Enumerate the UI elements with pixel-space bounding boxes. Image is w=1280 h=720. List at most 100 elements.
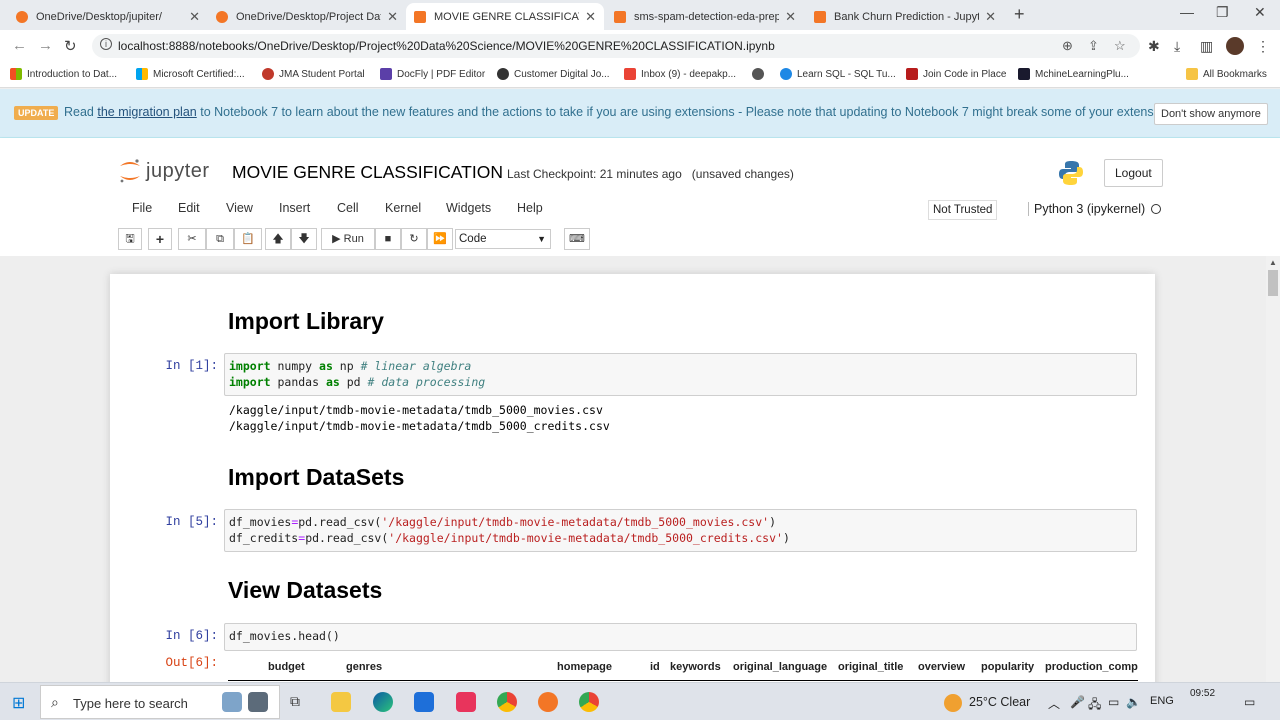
bookmark-item[interactable]: Join Code in Place <box>906 68 1006 80</box>
weather-text[interactable]: 25°C Clear <box>969 695 1030 709</box>
url-input[interactable]: i localhost:8888/notebooks/OneDrive/Desk… <box>92 34 1140 58</box>
heading-import-library[interactable]: Import Library <box>228 308 384 335</box>
cut-button[interactable]: ✂ <box>178 228 206 250</box>
chrome-icon[interactable] <box>579 692 599 712</box>
menu-file[interactable]: File <box>132 201 152 215</box>
bookmark-item[interactable]: MchineLearningPlu... <box>1018 68 1129 80</box>
menu-widgets[interactable]: Widgets <box>446 201 491 215</box>
menu-kebab-icon[interactable]: ⋮ <box>1256 38 1270 55</box>
profile-avatar[interactable] <box>1226 37 1244 55</box>
banner-text: to Notebook 7 to learn about the new fea… <box>200 105 1181 119</box>
maximize-icon[interactable]: ❐ <box>1216 4 1229 21</box>
volume-icon[interactable]: 🔈 <box>1126 695 1141 709</box>
tray-chevron-icon[interactable]: ︿ <box>1048 695 1060 712</box>
battery-icon[interactable]: ▭ <box>1108 695 1119 709</box>
network-icon[interactable]: 🖧 <box>1088 695 1101 716</box>
download-icon[interactable]: ⤓ <box>1174 38 1180 55</box>
bookmark-item[interactable]: JMA Student Portal <box>262 68 365 80</box>
menu-help[interactable]: Help <box>517 201 543 215</box>
dont-show-button[interactable]: Don't show anymore <box>1154 103 1268 125</box>
bookmark-item[interactable]: Customer Digital Jo... <box>497 68 610 80</box>
taskbar-search[interactable]: ⌕ Type here to search <box>40 685 280 719</box>
bookmark-star-icon[interactable]: ☆ <box>1114 38 1126 54</box>
scroll-thumb[interactable] <box>1268 270 1278 296</box>
share-icon[interactable]: ⇪ <box>1088 38 1099 54</box>
language-indicator[interactable]: ENG <box>1150 695 1174 707</box>
output-line: /kaggle/input/tmdb-movie-metadata/tmdb_5… <box>229 403 603 417</box>
bookmark-item[interactable] <box>752 68 769 80</box>
menu-edit[interactable]: Edit <box>178 201 200 215</box>
minimize-icon[interactable]: — <box>1180 4 1194 20</box>
system-clock[interactable]: 09:52 <box>1190 688 1215 699</box>
code-cell-input[interactable]: df_movies=pd.read_csv('/kaggle/input/tmd… <box>224 509 1137 552</box>
all-bookmarks[interactable]: All Bookmarks <box>1186 68 1267 80</box>
insert-cell-button[interactable]: + <box>148 228 172 250</box>
browser-tab[interactable]: OneDrive/Desktop/Project Data ✕ <box>208 3 406 30</box>
cell-type-select[interactable]: Code ▼ <box>455 229 551 249</box>
menu-kernel[interactable]: Kernel <box>385 201 421 215</box>
interrupt-button[interactable]: ■ <box>375 228 401 250</box>
code-cell-input[interactable]: import numpy as np # linear algebra impo… <box>224 353 1137 396</box>
new-tab-icon[interactable]: + <box>1014 4 1025 25</box>
menu-view[interactable]: View <box>226 201 253 215</box>
bookmark-item[interactable]: DocFly | PDF Editor <box>380 68 485 80</box>
scroll-up-icon[interactable]: ▲ <box>1269 258 1277 267</box>
bookmark-item[interactable]: Learn SQL - SQL Tu... <box>780 68 896 80</box>
file-explorer-icon[interactable] <box>331 692 351 712</box>
page-scrollbar[interactable]: ▲ <box>1266 256 1280 682</box>
close-tab-icon[interactable]: ✕ <box>189 9 200 25</box>
edge-icon[interactable] <box>373 692 393 712</box>
jupyter-app-icon[interactable] <box>538 692 558 712</box>
browser-tab[interactable]: OneDrive/Desktop/jupiter/ ✕ <box>8 3 208 30</box>
mic-icon[interactable]: 🎤 <box>1070 695 1085 709</box>
close-window-icon[interactable]: ✕ <box>1254 4 1266 21</box>
site-info-icon[interactable]: i <box>100 38 112 50</box>
back-icon[interactable]: ← <box>12 37 27 54</box>
menu-cell[interactable]: Cell <box>337 201 359 215</box>
restart-button[interactable]: ↻ <box>401 228 427 250</box>
move-up-button[interactable]: 🡅 <box>265 228 291 250</box>
kernel-indicator[interactable]: Python 3 (ipykernel) <box>1028 202 1162 216</box>
browser-tab[interactable]: sms-spam-detection-eda-prepr ✕ <box>606 3 804 30</box>
close-tab-icon[interactable]: ✕ <box>387 9 398 25</box>
heading-view-datasets[interactable]: View Datasets <box>228 577 382 604</box>
logout-button[interactable]: Logout <box>1104 159 1163 187</box>
restart-run-all-button[interactable]: ⏩ <box>427 228 453 250</box>
widgets-icon[interactable] <box>222 692 242 712</box>
task-view-icon[interactable]: ⧉ <box>290 693 300 710</box>
move-down-button[interactable]: 🡇 <box>291 228 317 250</box>
browser-tab[interactable]: Bank Churn Prediction - Jupyter ✕ <box>806 3 1004 30</box>
migration-plan-link[interactable]: the migration plan <box>97 105 196 119</box>
heading-import-datasets[interactable]: Import DataSets <box>228 464 404 491</box>
browser-tab-active[interactable]: MOVIE GENRE CLASSIFICATION ✕ <box>406 3 604 30</box>
bookmark-item[interactable]: Microsoft Certified:... <box>136 68 245 80</box>
command-palette-button[interactable]: ⌨ <box>564 228 590 250</box>
close-tab-icon[interactable]: ✕ <box>985 9 996 25</box>
df-column-header: original_language <box>733 661 828 673</box>
mlplus-icon <box>1018 68 1030 80</box>
reload-icon[interactable]: ↻ <box>64 37 77 55</box>
bookmark-item[interactable]: Introduction to Dat... <box>10 68 117 80</box>
trust-indicator[interactable]: Not Trusted <box>928 200 998 220</box>
paste-button[interactable]: 📋 <box>234 228 262 250</box>
close-tab-icon[interactable]: ✕ <box>585 9 596 25</box>
jupyter-logo[interactable]: jupyter <box>118 158 210 184</box>
pen-app-icon[interactable] <box>248 692 268 712</box>
menu-insert[interactable]: Insert <box>279 201 310 215</box>
notification-icon[interactable]: ▭ <box>1244 695 1255 709</box>
windows-start-icon[interactable]: ⊞ <box>12 693 25 713</box>
copy-button[interactable]: ⧉ <box>206 228 234 250</box>
close-tab-icon[interactable]: ✕ <box>785 9 796 25</box>
code-cell-input[interactable]: df_movies.head() <box>224 623 1137 651</box>
store-app-icon[interactable] <box>456 692 476 712</box>
extensions-icon[interactable]: ✱ <box>1148 38 1160 55</box>
mail-icon[interactable] <box>414 692 434 712</box>
forward-icon[interactable]: → <box>38 37 53 54</box>
sidepanel-icon[interactable]: ▥ <box>1200 38 1213 55</box>
save-button[interactable]: 🖫 <box>118 228 142 250</box>
notebook-name[interactable]: MOVIE GENRE CLASSIFICATION <box>232 162 503 183</box>
chrome-profile-icon[interactable] <box>497 692 517 712</box>
zoom-icon[interactable]: ⊕ <box>1062 38 1073 54</box>
run-button[interactable]: ▶ Run <box>321 228 375 250</box>
bookmark-item[interactable]: Inbox (9) - deepakp... <box>624 68 736 80</box>
